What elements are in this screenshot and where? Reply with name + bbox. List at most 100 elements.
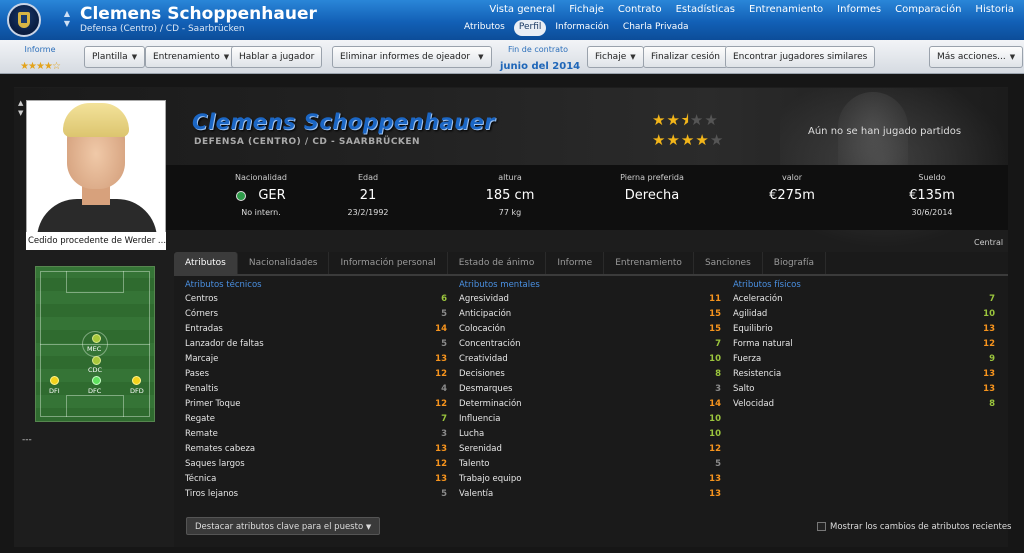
nav-estadisticas[interactable]: Estadísticas <box>676 4 735 15</box>
tab-sanciones[interactable]: Sanciones <box>694 252 763 274</box>
attribute-row[interactable]: Agresividad 11 <box>459 292 721 307</box>
scout-report-rating[interactable]: Informe ★★★★☆ <box>10 45 70 73</box>
eliminar-informes-button[interactable]: Eliminar informes de ojeador ▼ <box>332 46 492 68</box>
attribute-row[interactable]: Serenidad 12 <box>459 442 721 457</box>
tab-estado-animo[interactable]: Estado de ánimo <box>448 252 547 274</box>
subtab-charla-privada[interactable]: Charla Privada <box>618 20 694 36</box>
nav-comparacion[interactable]: Comparación <box>895 4 961 15</box>
attribute-row[interactable]: Córners 5 <box>185 307 447 322</box>
tab-underline <box>174 274 1008 276</box>
attribute-row[interactable]: Concentración 7 <box>459 337 721 352</box>
chevron-down-icon[interactable]: ▼ <box>18 108 23 118</box>
position-pitch[interactable]: MEC CDC DFI DFC DFD <box>35 266 155 422</box>
attribute-row[interactable]: Remates cabeza 13 <box>185 442 447 457</box>
star-icon: ★ <box>652 131 667 149</box>
chevron-down-icon: ▼ <box>223 53 230 61</box>
tab-informacion-personal[interactable]: Información personal <box>329 252 448 274</box>
attribute-row[interactable]: Salto 13 <box>733 382 995 397</box>
nationality-label: Nacionalidad <box>235 173 287 182</box>
attribute-row[interactable]: Tiros lejanos 5 <box>185 487 447 502</box>
position-mec-marker[interactable] <box>92 334 101 343</box>
attribute-row[interactable]: Determinación 14 <box>459 397 721 412</box>
attribute-row[interactable]: Penaltis 4 <box>185 382 447 397</box>
attribute-row[interactable]: Resistencia 13 <box>733 367 995 382</box>
attribute-row[interactable]: Entradas 14 <box>185 322 447 337</box>
attribute-value: 11 <box>709 294 721 304</box>
age-value: 21 <box>359 188 377 203</box>
attribute-row[interactable]: Trabajo equipo 13 <box>459 472 721 487</box>
attribute-row[interactable]: Forma natural 12 <box>733 337 995 352</box>
chevron-down-icon: ▼ <box>365 523 372 531</box>
tab-nacionalidades[interactable]: Nacionalidades <box>238 252 330 274</box>
attribute-row[interactable]: Centros 6 <box>185 292 447 307</box>
fichaje-button[interactable]: Fichaje ▼ <box>587 46 644 68</box>
attribute-row[interactable]: Remate 3 <box>185 427 447 442</box>
attribute-row[interactable]: Lanzador de faltas 5 <box>185 337 447 352</box>
highlight-key-attributes-button[interactable]: Destacar atributos clave para el puesto … <box>186 517 381 535</box>
chevron-down-icon: ▼ <box>478 53 484 61</box>
star-icon: ★ <box>666 111 681 129</box>
tab-atributos[interactable]: Atributos <box>174 252 238 274</box>
attribute-row[interactable]: Técnica 13 <box>185 472 447 487</box>
nav-contrato[interactable]: Contrato <box>618 4 662 15</box>
show-attribute-changes-toggle[interactable]: Mostrar los cambios de atributos recient… <box>817 522 1012 532</box>
attribute-row[interactable]: Equilibrio 13 <box>733 322 995 337</box>
position-dfc-marker[interactable] <box>92 376 101 385</box>
club-badge-icon[interactable] <box>7 3 41 37</box>
entrenamiento-button[interactable]: Entrenamiento ▼ <box>145 46 238 68</box>
hablar-jugador-button[interactable]: Hablar a jugador <box>231 46 323 68</box>
attribute-row[interactable]: Pases 12 <box>185 367 447 382</box>
attribute-row[interactable]: Anticipación 15 <box>459 307 721 322</box>
position-dfd-marker[interactable] <box>132 376 141 385</box>
attribute-row[interactable]: Aceleración 7 <box>733 292 995 307</box>
loan-caption[interactable]: Cedido procedente de Werder ... <box>26 232 166 250</box>
player-stepper[interactable]: ▲ ▼ <box>62 9 72 31</box>
attribute-row[interactable]: Influencia 10 <box>459 412 721 427</box>
nav-entrenamiento[interactable]: Entrenamiento <box>749 4 823 15</box>
nav-fichaje[interactable]: Fichaje <box>569 4 604 15</box>
attribute-row[interactable]: Desmarques 3 <box>459 382 721 397</box>
finalizar-cesion-button[interactable]: Finalizar cesión <box>643 46 728 68</box>
chevron-up-icon[interactable]: ▲ <box>62 9 72 19</box>
chevron-up-icon[interactable]: ▲ <box>18 98 23 108</box>
attribute-row[interactable]: Colocación 15 <box>459 322 721 337</box>
attribute-row[interactable]: Decisiones 8 <box>459 367 721 382</box>
attribute-name: Forma natural <box>733 339 793 349</box>
attribute-value: 10 <box>709 414 721 424</box>
attribute-row[interactable]: Agilidad 10 <box>733 307 995 322</box>
attribute-row[interactable]: Marcaje 13 <box>185 352 447 367</box>
chevron-down-icon[interactable]: ▼ <box>62 19 72 29</box>
attribute-row[interactable]: Primer Toque 12 <box>185 397 447 412</box>
position-mec-label: MEC <box>87 345 102 353</box>
attribute-row[interactable]: Lucha 10 <box>459 427 721 442</box>
height-label: altura <box>498 173 522 182</box>
position-dfi-marker[interactable] <box>50 376 59 385</box>
flag-germany-icon[interactable] <box>236 190 247 201</box>
subtab-perfil[interactable]: Perfil <box>513 20 547 36</box>
attribute-row[interactable]: Fuerza 9 <box>733 352 995 367</box>
attribute-value: 8 <box>715 369 721 379</box>
attribute-row[interactable]: Regate 7 <box>185 412 447 427</box>
tab-entrenamiento[interactable]: Entrenamiento <box>604 252 694 274</box>
subtab-atributos[interactable]: Atributos <box>459 20 510 36</box>
attribute-row[interactable]: Creatividad 10 <box>459 352 721 367</box>
attribute-row[interactable]: Velocidad 8 <box>733 397 995 412</box>
mas-acciones-button[interactable]: Más acciones... ▼ <box>929 46 1024 68</box>
attribute-row[interactable]: Talento 5 <box>459 457 721 472</box>
plantilla-button[interactable]: Plantilla ▼ <box>84 46 146 68</box>
tab-informe[interactable]: Informe <box>546 252 605 274</box>
attribute-name: Anticipación <box>459 309 512 319</box>
attribute-row[interactable]: Valentía 13 <box>459 487 721 502</box>
position-cdc-marker[interactable] <box>92 356 101 365</box>
subtab-informacion[interactable]: Información <box>550 20 614 36</box>
technical-attributes: Atributos técnicos Centros 6 Córners 5 Entra… <box>185 280 447 502</box>
encontrar-similares-button[interactable]: Encontrar jugadores similares <box>725 46 876 68</box>
height-info: altura 185 cm 77 kg <box>470 173 550 217</box>
nav-informes[interactable]: Informes <box>837 4 881 15</box>
nav-vista-general[interactable]: Vista general <box>489 4 555 15</box>
panel-stepper[interactable]: ▲ ▼ <box>18 98 23 118</box>
tab-biografia[interactable]: Biografía <box>763 252 827 274</box>
nav-historia[interactable]: Historia <box>975 4 1014 15</box>
checkbox-icon[interactable] <box>817 522 826 531</box>
attribute-row[interactable]: Saques largos 12 <box>185 457 447 472</box>
